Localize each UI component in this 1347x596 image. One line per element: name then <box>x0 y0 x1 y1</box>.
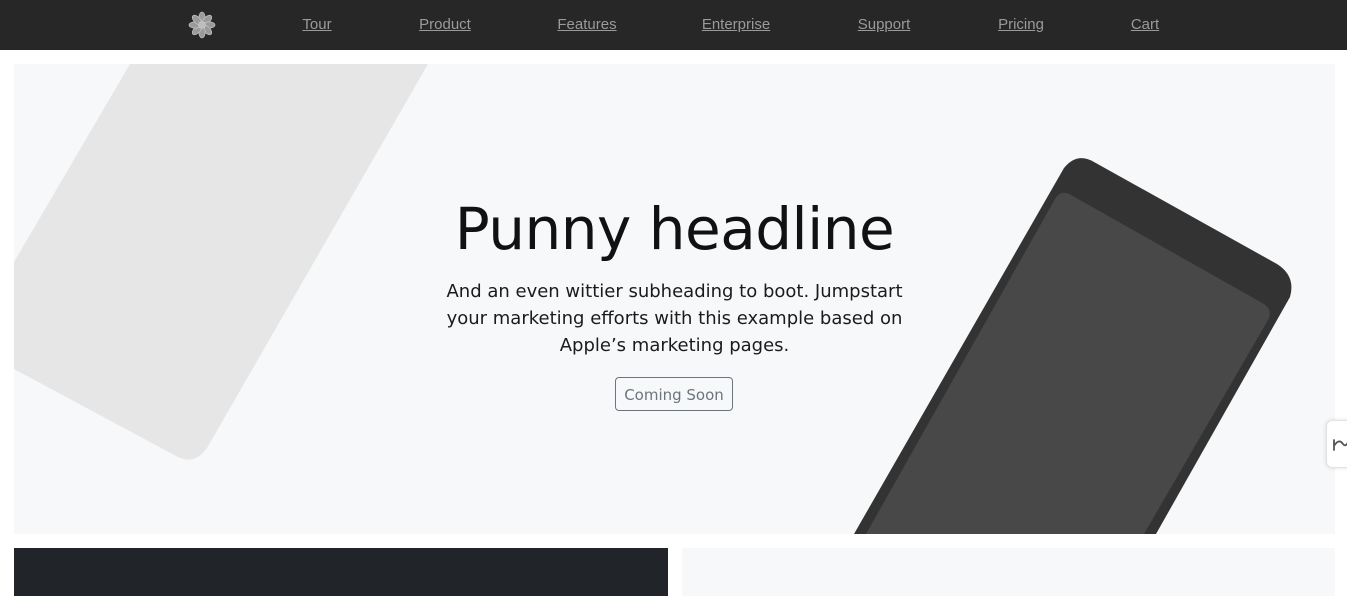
feature-panel-light <box>682 548 1335 596</box>
flower-logo-icon[interactable] <box>188 11 216 39</box>
nav-link-features[interactable]: Features <box>557 16 616 33</box>
coming-soon-button[interactable]: Coming Soon <box>615 377 733 411</box>
side-widget-tab[interactable] <box>1326 420 1347 468</box>
nav-link-enterprise[interactable]: Enterprise <box>702 16 770 33</box>
nav-link-tour[interactable]: Tour <box>302 16 331 33</box>
nav-link-product[interactable]: Product <box>419 16 471 33</box>
nav-link-cart[interactable]: Cart <box>1131 16 1159 33</box>
hero-section: Punny headline And an even wittier subhe… <box>14 64 1335 534</box>
hero-subtitle: And an even wittier subheading to boot. … <box>446 281 903 356</box>
top-navigation: Tour Product Features Enterprise Support… <box>0 0 1347 50</box>
hero-title: Punny headline <box>454 195 895 263</box>
nav-link-support[interactable]: Support <box>858 16 911 33</box>
pen-squiggle-icon <box>1333 439 1347 451</box>
feature-panel-dark <box>14 548 668 596</box>
nav-link-pricing[interactable]: Pricing <box>998 16 1044 33</box>
